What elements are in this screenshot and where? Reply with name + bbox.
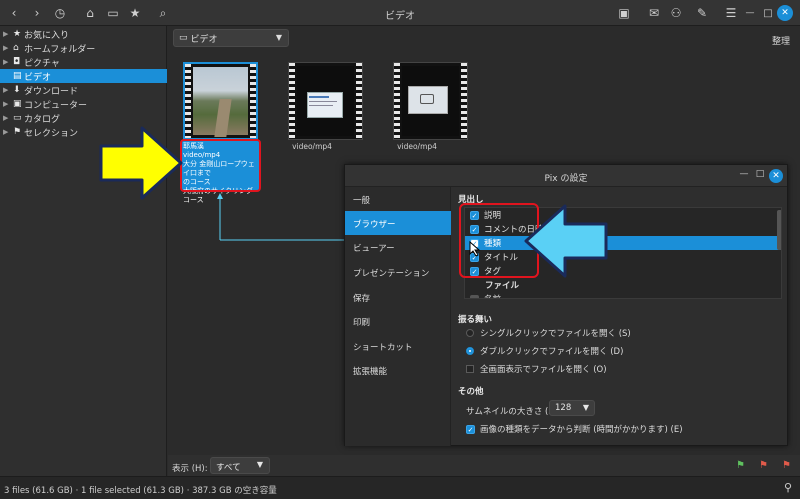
sidebar-item-pictures[interactable]: ▶ ◘ ピクチャ	[0, 55, 167, 69]
sidebar-item-home[interactable]: ▶ ⌂ ホームフォルダー	[0, 41, 167, 55]
sidebar-item-videos[interactable]: ▤ ビデオ	[0, 69, 167, 83]
sidebar-item-label: ダウンロード	[24, 86, 79, 97]
show-filter-label: 表示 (H):	[172, 464, 208, 474]
chevron-down-icon: ▼	[256, 460, 263, 469]
sidebar-item-catalogs[interactable]: ▶ ▭ カタログ	[0, 111, 167, 125]
radio-button[interactable]	[466, 329, 474, 337]
option-single-click[interactable]: シングルクリックでファイルを開く (S)	[466, 327, 631, 339]
expand-arrow-icon[interactable]: ▶	[3, 86, 13, 94]
tab-print[interactable]: 印刷	[345, 309, 451, 333]
other-header: その他	[458, 387, 484, 397]
chevron-down-icon: ▼	[582, 403, 589, 412]
tab-extensions[interactable]: 拡張機能	[345, 358, 451, 382]
video-frame	[193, 67, 248, 137]
flag-red-icon[interactable]: ⚑	[759, 460, 768, 471]
thumbnail-2[interactable]	[288, 62, 363, 140]
checkbox-checked[interactable]: ✓	[466, 424, 475, 434]
home-icon: ⌂	[13, 43, 19, 53]
close-icon[interactable]: ✕	[777, 5, 793, 21]
sidebar-item-label: コンピューター	[24, 100, 88, 111]
sidebar-item-label: お気に入り	[24, 30, 70, 41]
slideshow-icon[interactable]: ▣	[614, 3, 634, 23]
minimize-icon[interactable]: —	[737, 169, 751, 183]
close-icon[interactable]: ✕	[769, 169, 783, 183]
video-frame	[402, 66, 459, 136]
menu-icon[interactable]: ☰	[721, 3, 741, 23]
film-icon: ▤	[13, 71, 22, 81]
sidebar-item-downloads[interactable]: ▶ ⬇ ダウンロード	[0, 83, 167, 97]
option-double-click[interactable]: ダブルクリックでファイルを開く (D)	[466, 345, 623, 357]
status-bar: 3 files (61.6 GB) · 1 file selected (61.…	[0, 476, 800, 499]
thumbnail-caption: video/mp4	[292, 142, 332, 151]
thumbnail-1[interactable]	[183, 62, 258, 140]
expand-arrow-icon[interactable]: ▶	[3, 30, 13, 38]
maximize-icon[interactable]: □	[753, 169, 767, 183]
sidebar-item-label: カタログ	[24, 114, 61, 125]
expand-arrow-icon[interactable]: ▶	[3, 114, 13, 122]
computer-icon: ▣	[13, 99, 22, 109]
yellow-arrow-annotation	[99, 126, 183, 200]
sidebar-item-label: ホームフォルダー	[24, 44, 96, 55]
catalog-icon: ▭	[13, 113, 22, 123]
expand-arrow-icon[interactable]: ▶	[3, 58, 13, 66]
path-selector[interactable]: ▭ ビデオ ▼	[173, 29, 289, 47]
expand-arrow-icon[interactable]: ▶	[3, 128, 13, 136]
tags-icon[interactable]: ⚇	[666, 3, 686, 23]
tab-viewer[interactable]: ビューアー	[345, 235, 451, 259]
status-text: 3 files (61.6 GB) · 1 file selected (61.…	[4, 486, 277, 496]
dialog-title: Pix の設定	[345, 165, 787, 187]
list-scrollbar[interactable]	[777, 210, 781, 250]
dialog-sidebar: 一般 ブラウザー ビューアー プレゼンテーション 保存 印刷 ショートカット 拡…	[345, 187, 451, 446]
checkbox[interactable]	[466, 365, 474, 373]
sort-button[interactable]: 整理	[772, 34, 790, 47]
sidebar-item-label: セレクション	[24, 128, 79, 139]
tab-presentation[interactable]: プレゼンテーション	[345, 260, 451, 284]
flag-alt-icon[interactable]: ⚑	[782, 460, 791, 471]
maximize-icon[interactable]: □	[758, 3, 778, 23]
pin-icon[interactable]: ⚲	[784, 481, 792, 494]
path-label: ビデオ	[190, 34, 218, 45]
flag-icon: ⚑	[13, 127, 22, 137]
comment-icon[interactable]: ✉	[644, 3, 664, 23]
sidebar-item-label: ビデオ	[24, 72, 52, 83]
flag-green-icon[interactable]: ⚑	[736, 460, 745, 471]
folder-icon: ▭	[179, 33, 188, 43]
option-detect-type[interactable]: ✓ 画像の種類をデータから判断 (時間がかかります) (E)	[466, 423, 683, 435]
header-bar: ‹ › ◷ ⌂ ▭ ★ ⌕ ビデオ ▣ ✉ ⚇ ✎ ☰ — □ ✕	[0, 0, 800, 26]
thumbnail-size-label: サムネイルの大きさ (S):	[466, 407, 560, 417]
show-filter-value: すべて	[216, 463, 241, 473]
video-frame	[297, 66, 354, 136]
behavior-header: 振る舞い	[458, 315, 493, 325]
file-group-header: ファイル	[485, 281, 520, 291]
sidebar-item-label: ピクチャ	[24, 58, 60, 69]
sidebar-item-favorites[interactable]: ▶ ★ お気に入り	[0, 27, 167, 41]
thumbnail-size-select[interactable]: 128 ▼	[549, 400, 595, 416]
download-icon: ⬇	[13, 85, 21, 95]
thumbnail-3[interactable]	[393, 62, 468, 140]
option-fullscreen[interactable]: 全画面表示でファイルを開く (O)	[466, 363, 607, 375]
sidebar-item-computer[interactable]: ▶ ▣ コンピューター	[0, 97, 167, 111]
cyan-arrow-annotation	[524, 204, 608, 278]
thumbnail-caption: video/mp4	[397, 142, 437, 151]
tab-browser[interactable]: ブラウザー	[345, 211, 451, 235]
tab-shortcuts[interactable]: ショートカット	[345, 334, 451, 358]
star-icon: ★	[13, 29, 22, 39]
mouse-cursor-icon	[469, 241, 481, 257]
camera-icon: ◘	[13, 57, 21, 67]
caption-item-name[interactable]: 名前	[465, 292, 781, 298]
highlight-box-file	[180, 139, 261, 192]
show-filter-select[interactable]: すべて ▼	[210, 457, 270, 474]
sidebar: ▶ ★ お気に入り ▶ ⌂ ホームフォルダー ▶ ◘ ピクチャ ▤ ビデオ ▶ …	[0, 26, 167, 476]
tab-save[interactable]: 保存	[345, 285, 451, 309]
expand-arrow-icon[interactable]: ▶	[3, 100, 13, 108]
radio-button-selected[interactable]	[466, 347, 474, 355]
minimize-icon[interactable]: —	[740, 3, 760, 23]
tab-general[interactable]: 一般	[345, 187, 451, 211]
checkbox[interactable]	[470, 294, 479, 298]
tools-icon[interactable]: ✎	[692, 3, 712, 23]
chevron-down-icon: ▼	[275, 33, 282, 42]
expand-arrow-icon[interactable]: ▶	[3, 44, 13, 52]
